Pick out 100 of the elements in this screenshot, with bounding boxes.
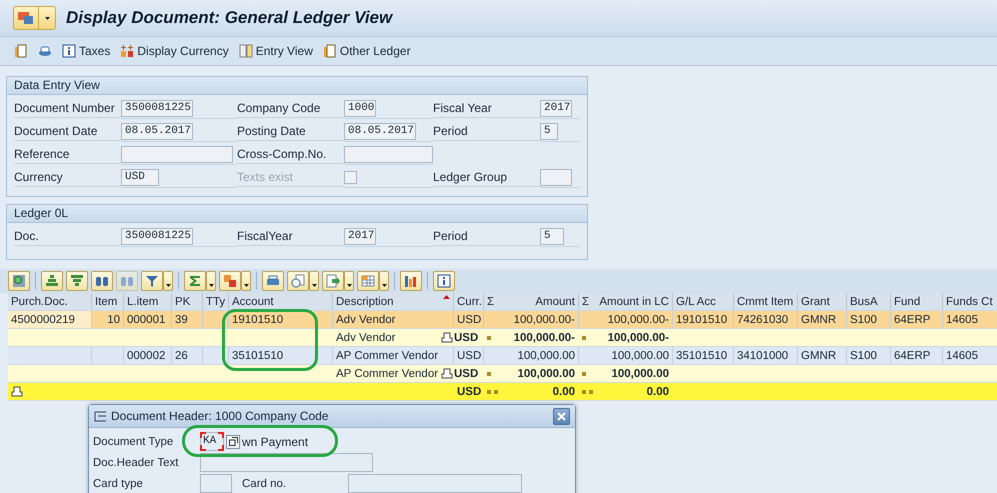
info-icon (62, 44, 76, 58)
table-cell: USD (454, 368, 478, 380)
dropdown-button[interactable] (309, 271, 319, 291)
input-field[interactable]: USD (121, 169, 159, 186)
table-cell: 000001 (124, 311, 172, 328)
input-field[interactable] (540, 169, 572, 186)
table-cell: 100,000.00- (484, 311, 579, 328)
level-dots-icon (487, 372, 494, 376)
toolbar-button[interactable] (66, 271, 88, 291)
toolbar-button[interactable] (433, 271, 455, 291)
input-field[interactable]: 5 (540, 123, 558, 140)
table-cell: 14605 (943, 347, 997, 364)
table-cell: USD (454, 311, 484, 328)
toolbar-button[interactable] (287, 271, 309, 291)
toolbar-button[interactable] (141, 271, 163, 291)
grid-icon (361, 274, 375, 288)
subtotal-amount: 0.00 (646, 386, 669, 398)
toolbar-button[interactable] (8, 271, 30, 291)
column-header[interactable]: Account (229, 293, 333, 310)
table-cell: 64ERP (891, 347, 943, 364)
table-cell: AP Commer Vendor (336, 368, 438, 380)
dropdown-button[interactable] (344, 271, 354, 291)
close-button[interactable] (553, 408, 570, 424)
subtotal-row-icon (441, 332, 453, 343)
menu-button[interactable] (13, 6, 56, 30)
dropdown-button[interactable] (206, 271, 216, 291)
sort-ascending-icon (45, 274, 59, 288)
table-cell: USD (454, 332, 478, 344)
table-row[interactable]: 4500000219 10 000001 39 19101510 Adv Vendor USD 100,000.00- 100,000.00- 19101510 74261030 GMNR S100 64ERP 14605 (8, 311, 997, 329)
toolbar-button[interactable] (91, 271, 113, 291)
toolbar-button[interactable] (41, 271, 63, 291)
table-cell: 000002 (124, 347, 172, 364)
input-field[interactable]: KA (200, 432, 224, 451)
table-cell: 35101510 (673, 347, 734, 364)
input-field[interactable] (344, 146, 433, 163)
subtotal-amount: 100,000.00 (517, 368, 575, 380)
toolbar-button[interactable]: Entry View (238, 44, 313, 58)
dropdown-button[interactable] (241, 271, 251, 291)
copy-icon (228, 437, 238, 446)
toolbar-button[interactable] (184, 271, 206, 291)
dropdown-button[interactable] (163, 271, 173, 291)
caret-icon (382, 284, 386, 287)
input-field[interactable]: 1000 (344, 100, 376, 117)
toolbar-button[interactable] (400, 271, 422, 291)
toolbar-button[interactable] (322, 271, 344, 291)
document-icon (322, 44, 337, 58)
table-cell: 64ERP (891, 311, 943, 328)
table-cell: 4500000219 (8, 311, 92, 328)
table-cell: Adv Vendor (333, 311, 454, 328)
export-icon (326, 274, 340, 288)
field-description: wn Payment (242, 434, 308, 448)
value-help-button[interactable] (226, 434, 240, 448)
printer-icon (266, 274, 280, 288)
subtotal-amount: 0.00 (552, 386, 575, 398)
column-header[interactable]: TTy (203, 293, 229, 310)
caret-icon (44, 16, 50, 20)
bar-chart-icon (404, 274, 418, 288)
input-field[interactable]: 08.05.2017 (121, 123, 193, 140)
table-row[interactable]: Adv Vendor USD 100,000.00- 100,000.00- (8, 329, 997, 347)
level-dots-icon (487, 390, 501, 394)
input-field[interactable]: 08.05.2017 (344, 123, 416, 140)
toolbar-button[interactable] (219, 271, 241, 291)
table-cell: 39 (172, 311, 203, 328)
toolbar-button[interactable]: Other Ledger (322, 44, 411, 58)
level-dots-icon (582, 336, 589, 340)
info-icon (437, 274, 451, 288)
input-field[interactable]: 2017 (540, 100, 572, 117)
magnifier-icon (12, 274, 26, 288)
input-field[interactable]: 3500081225 (121, 100, 193, 117)
table-cell: 19101510 (229, 311, 333, 328)
table-cell: 34101000 (734, 347, 798, 364)
input-field[interactable]: 5 (540, 228, 564, 245)
input-field[interactable]: 2017 (344, 228, 376, 245)
filter-icon (145, 274, 159, 288)
panel-title: Data Entry View (7, 77, 587, 95)
dropdown-button[interactable] (379, 271, 389, 291)
input-field[interactable]: 3500081225 (121, 228, 193, 245)
table-row[interactable]: USD 0.00 0.00 (8, 383, 997, 401)
toolbar-button[interactable]: Taxes (62, 44, 110, 58)
subtotal-amount: 100,000.00- (608, 332, 669, 344)
field-label: Document Type (93, 436, 174, 448)
subtotal-amount: 100,000.00 (611, 368, 669, 380)
toolbar-button[interactable] (262, 271, 284, 291)
table-cell: USD (457, 386, 482, 398)
field-label: Card type (93, 478, 144, 490)
caret-icon (244, 284, 248, 287)
level-dots-icon (582, 372, 589, 376)
input-field[interactable] (121, 146, 233, 163)
caret-icon (166, 284, 170, 287)
level-dots-icon (487, 336, 494, 340)
input-field[interactable] (348, 474, 522, 493)
toolbar-button[interactable] (14, 44, 28, 58)
table-row[interactable]: AP Commer Vendor USD 100,000.00 100,000.00 (8, 365, 997, 383)
sigma-icon (188, 274, 202, 288)
table-cell: 100,000.00 (484, 347, 579, 364)
input-field[interactable] (200, 474, 232, 493)
dialog-title: Document Header: 1000 Company Code (111, 409, 330, 423)
table-row[interactable]: 000002 26 35101510 AP Commer Vendor USD 100,000.00 100,000.00 35101510 34101000 GMNR S100 64ERP 14605 (8, 347, 997, 365)
toolbar-button[interactable]: Display Currency (120, 44, 229, 58)
caret-icon (208, 284, 214, 287)
